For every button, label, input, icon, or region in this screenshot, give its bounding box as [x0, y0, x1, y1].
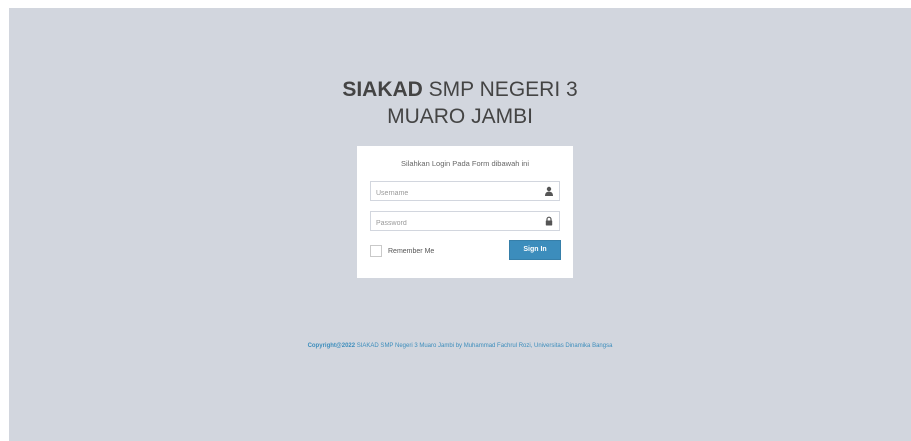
copyright-text: SIAKAD SMP Negeri 3 Muaro Jambi by Muham…	[355, 343, 613, 349]
remember-me-label: Remember Me	[388, 247, 435, 255]
remember-me: Remember Me	[370, 244, 434, 258]
footer-copyright: Copyright@2022 SIAKAD SMP Negeri 3 Muaro…	[9, 343, 911, 349]
login-logo: SIAKAD SMP NEGERI 3 MUARO JAMBI	[9, 76, 911, 130]
username-input[interactable]	[371, 184, 536, 203]
sign-in-button[interactable]: Sign In	[509, 240, 561, 260]
lock-icon	[545, 216, 553, 226]
logo-line-2: MUARO JAMBI	[387, 105, 533, 128]
copyright-label: Copyright@2022	[307, 343, 356, 349]
login-box-message: Silahkan Login Pada Form dibawah ini	[401, 159, 529, 168]
logo-line-1: SIAKAD SMP NEGERI 3	[9, 76, 911, 103]
username-field	[370, 181, 560, 203]
user-icon	[545, 186, 553, 196]
login-box: Silahkan Login Pada Form dibawah ini Rem…	[357, 146, 573, 278]
login-page: SIAKAD SMP NEGERI 3 MUARO JAMBI Silahkan…	[9, 8, 911, 441]
logo-school-name: SMP NEGERI 3	[422, 78, 578, 101]
remember-me-checkbox[interactable]	[370, 245, 382, 257]
password-input[interactable]	[371, 214, 536, 233]
password-field	[370, 211, 560, 233]
logo-brand: SIAKAD	[342, 78, 423, 101]
